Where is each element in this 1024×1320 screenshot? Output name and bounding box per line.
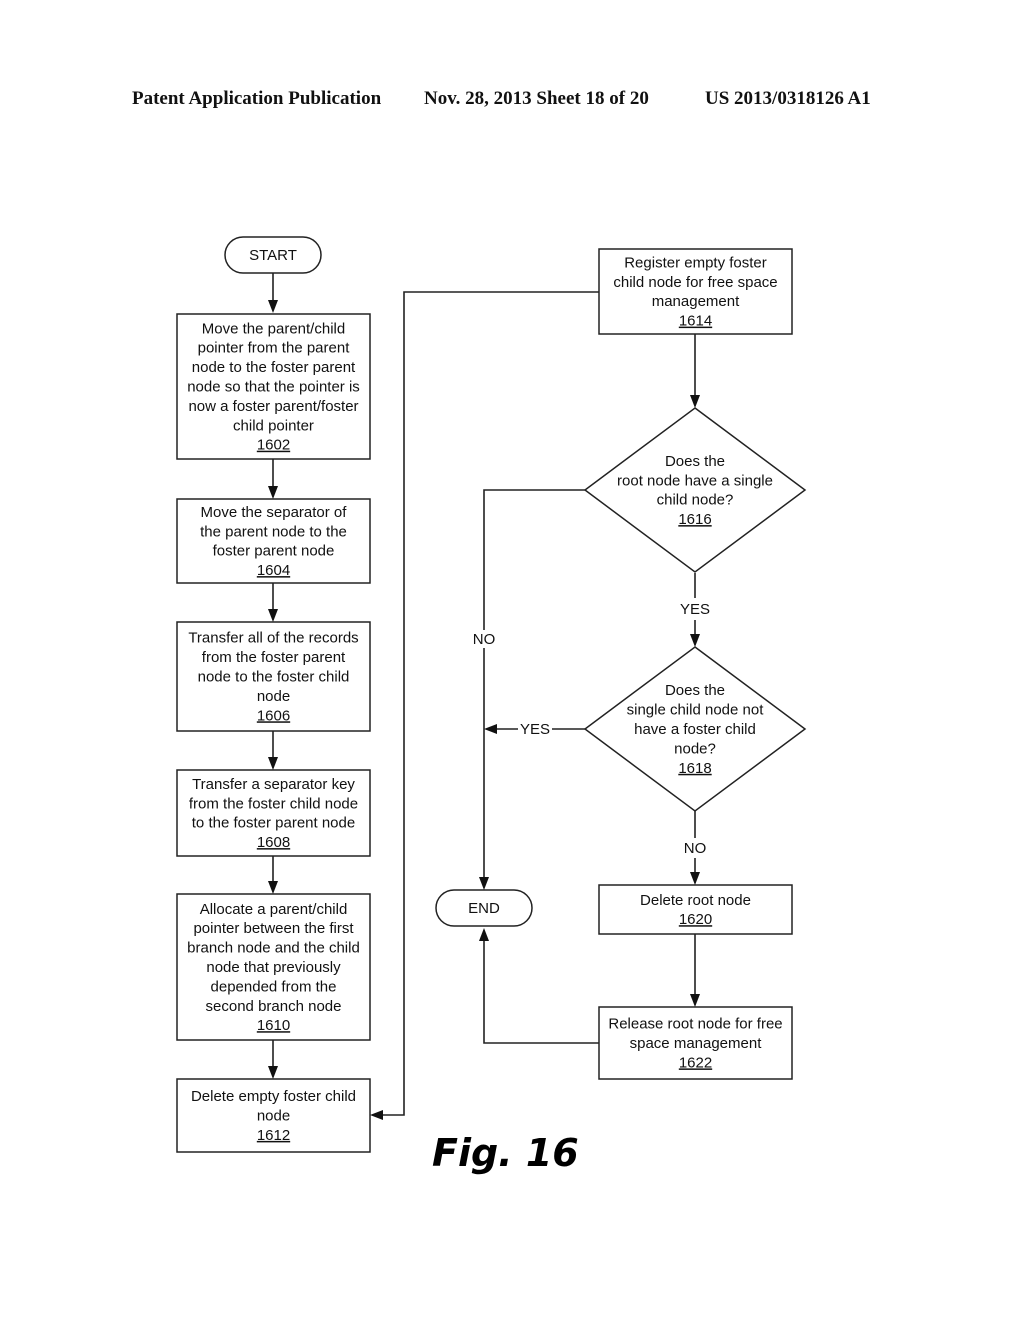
arrowhead bbox=[370, 1110, 383, 1120]
arrowhead bbox=[484, 724, 497, 734]
arrowhead bbox=[690, 872, 700, 885]
arrowhead bbox=[690, 634, 700, 647]
reference-number: 1616 bbox=[678, 511, 711, 528]
node-text-line: from the foster parent bbox=[202, 649, 346, 666]
node-text-line: space management bbox=[630, 1035, 763, 1052]
edge-1622-end bbox=[483, 936, 599, 1044]
node-text-line: root node have a single bbox=[617, 472, 773, 489]
node-text-line: depended from the bbox=[211, 978, 337, 995]
edge-label-1618-yes: YES bbox=[520, 721, 550, 738]
node-1604: Move the separator of the parent node to … bbox=[176, 498, 371, 584]
arrowhead bbox=[479, 877, 489, 890]
node-text-line: Move the parent/child bbox=[202, 320, 345, 337]
reference-number: 1618 bbox=[678, 760, 711, 777]
flowchart-diagram: START Move the parent/child pointer from t… bbox=[176, 236, 807, 1175]
node-text-line: to the foster parent node bbox=[192, 815, 355, 832]
node-text-line: child pointer bbox=[233, 417, 314, 434]
node-1616: Does the root node have a single child nod… bbox=[583, 407, 807, 573]
node-1610: Allocate a parent/child pointer between t… bbox=[176, 893, 371, 1041]
node-text-line: the parent node to the bbox=[200, 523, 347, 540]
node-1614: Register empty foster child node for free… bbox=[598, 248, 793, 335]
node-1612: Delete empty foster child node 1612 bbox=[176, 1078, 371, 1153]
node-1622: Release root node for free space manageme… bbox=[598, 1006, 793, 1080]
reference-number: 1614 bbox=[679, 313, 712, 330]
node-start: START bbox=[224, 236, 322, 274]
node-text-line: Does the bbox=[665, 453, 725, 470]
node-text-line: node to the foster child bbox=[198, 669, 350, 686]
node-1606: Transfer all of the records from the fost… bbox=[176, 621, 371, 732]
reference-number: 1610 bbox=[257, 1017, 290, 1034]
arrowhead bbox=[690, 994, 700, 1007]
node-1618: Does the single child node not have a fost… bbox=[583, 646, 807, 812]
arrowhead bbox=[268, 609, 278, 622]
node-text-line: Register empty foster bbox=[624, 254, 767, 271]
arrowhead bbox=[268, 881, 278, 894]
reference-number: 1620 bbox=[679, 911, 712, 928]
node-text-line: END bbox=[468, 900, 500, 917]
node-text-line: foster parent node bbox=[213, 543, 335, 560]
node-text-line: Delete root node bbox=[640, 892, 751, 909]
node-1620: Delete root node 1620 bbox=[598, 884, 793, 935]
arrowhead bbox=[690, 395, 700, 408]
edge-label-1618-no: NO bbox=[684, 840, 707, 857]
node-text-line: child node? bbox=[657, 492, 734, 509]
edge-label-1616-yes: YES bbox=[680, 601, 710, 618]
node-text-line: single child node not bbox=[627, 702, 765, 719]
node-text-line: pointer between the first bbox=[193, 920, 354, 937]
node-text-line: Does the bbox=[665, 682, 725, 699]
node-text-line: node? bbox=[674, 740, 716, 757]
node-end: END bbox=[435, 889, 533, 927]
node-text-line: pointer from the parent bbox=[198, 340, 351, 357]
arrowhead bbox=[268, 757, 278, 770]
node-text-line: from the foster child node bbox=[189, 795, 358, 812]
node-text-line: Allocate a parent/child bbox=[200, 901, 348, 918]
arrowhead bbox=[268, 486, 278, 499]
node-text-line: Move the separator of bbox=[201, 504, 348, 521]
node-text-line: Delete empty foster child bbox=[191, 1088, 356, 1105]
reference-number: 1608 bbox=[257, 834, 290, 851]
node-text-line: have a foster child bbox=[634, 721, 756, 738]
node-1608: Transfer a separator key from the foster … bbox=[176, 769, 371, 857]
node-text-line: START bbox=[249, 247, 297, 264]
reference-number: 1622 bbox=[679, 1054, 712, 1071]
node-text-line: Transfer all of the records bbox=[188, 630, 358, 647]
reference-number: 1612 bbox=[257, 1127, 290, 1144]
node-text-line: management bbox=[652, 293, 740, 310]
reference-number: 1602 bbox=[257, 437, 290, 454]
node-text-line: node that previously bbox=[206, 959, 341, 976]
decision-diamond bbox=[583, 407, 807, 573]
reference-number: 1606 bbox=[257, 707, 290, 724]
node-text-line: Release root node for free bbox=[608, 1016, 782, 1033]
edge-label-1616-no: NO bbox=[473, 631, 496, 648]
node-1602: Move the parent/child pointer from the pa… bbox=[176, 313, 371, 460]
node-text-line: now a foster parent/foster bbox=[188, 398, 358, 415]
edge-1616-no bbox=[483, 489, 586, 630]
node-text-line: branch node and the child bbox=[187, 940, 360, 957]
node-text-line: node to the foster parent bbox=[192, 359, 356, 376]
node-text-line: node so that the pointer is bbox=[187, 379, 360, 396]
node-text-line: node bbox=[257, 688, 290, 705]
arrowhead bbox=[268, 1066, 278, 1079]
node-text-line: child node for free space bbox=[613, 274, 777, 291]
arrowhead bbox=[479, 928, 489, 941]
arrowhead bbox=[268, 300, 278, 313]
reference-number: 1604 bbox=[257, 562, 290, 579]
node-text-line: node bbox=[257, 1108, 290, 1125]
node-text-line: second branch node bbox=[206, 998, 342, 1015]
edge-1614-1612 bbox=[380, 291, 599, 1116]
node-text-line: Transfer a separator key bbox=[192, 776, 355, 793]
figure-label: Fig. 16 bbox=[432, 1131, 579, 1175]
